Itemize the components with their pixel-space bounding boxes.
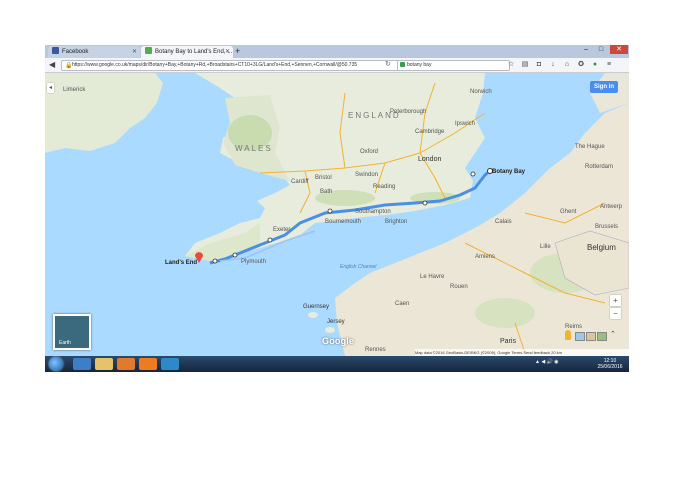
search-input[interactable]: botany bay (397, 60, 510, 71)
pegman-icon[interactable] (565, 330, 571, 340)
jersey-island (325, 327, 335, 333)
tab-title: Botany Bay to Land's End, ... (155, 49, 233, 55)
pocket-icon[interactable]: ◘ (535, 61, 543, 69)
place-label: Bournemouth (325, 219, 361, 225)
place-label: Exeter (273, 227, 290, 233)
google-logo: Google (322, 336, 355, 346)
place-label: Amiens (475, 254, 495, 260)
taskbar: ▲ ◀ 🔊 ◉ 12:10 25/06/2016 (45, 356, 629, 372)
reload-icon[interactable]: ↻ (385, 60, 391, 68)
tab-title: Facebook (62, 49, 89, 55)
close-tab-icon[interactable]: ✕ (132, 46, 137, 58)
guernsey-island (308, 312, 318, 318)
place-label: Rennes (365, 347, 386, 353)
place-label: Cardiff (291, 179, 309, 185)
place-label: Peterborough (390, 109, 426, 115)
place-label: Antwerp (600, 204, 623, 210)
addon-icon[interactable]: ✪ (577, 61, 585, 69)
extension-icon[interactable]: ● (591, 61, 599, 69)
place-label: Oxford (360, 149, 378, 155)
place-label: Rouen (450, 284, 468, 290)
media-player-icon[interactable] (117, 358, 135, 370)
place-label: Jersey (327, 319, 345, 325)
route-end-label: Land's End (165, 260, 197, 266)
app-icon[interactable] (161, 358, 179, 370)
maps-icon (145, 47, 152, 54)
map-canvas[interactable]: ENGLAND WALES Belgium Limerick Cardiff B… (45, 73, 629, 356)
firefox-icon[interactable] (139, 358, 157, 370)
park-area (475, 298, 535, 328)
place-label: Bristol (315, 175, 332, 181)
clipboard-icon[interactable]: ▤ (521, 61, 529, 69)
clock-date: 25/06/2016 (597, 364, 623, 370)
place-label: Lille (540, 244, 551, 250)
close-tab-icon[interactable]: ✕ (225, 46, 230, 58)
place-label: Le Havre (420, 274, 445, 280)
collapse-panel-button[interactable]: ◂ (47, 83, 54, 93)
maximize-button[interactable]: □ (594, 45, 608, 54)
place-label: The Hague (575, 144, 605, 150)
tab-facebook[interactable]: Facebook ✕ (48, 46, 140, 58)
clock[interactable]: 12:10 25/06/2016 (593, 358, 627, 370)
place-label: Norwich (470, 89, 492, 95)
nav-bar: ◀ https://www.google.co.uk/maps/dir/Bota… (45, 58, 629, 73)
chevron-up-icon[interactable]: ⌃ (610, 330, 616, 338)
address-bar[interactable]: https://www.google.co.uk/maps/dir/Botany… (61, 60, 403, 71)
windows-start-icon[interactable] (49, 357, 63, 371)
country-label: WALES (235, 144, 273, 153)
place-label: Brighton (385, 219, 407, 225)
place-label: Cambridge (415, 129, 445, 135)
menu-icon[interactable]: ≡ (605, 61, 613, 69)
search-icon (400, 62, 405, 67)
back-icon[interactable]: ◀ (49, 59, 55, 71)
folder-icon[interactable] (95, 358, 113, 370)
sign-in-button[interactable]: Sign in (590, 81, 618, 93)
tab-maps[interactable]: Botany Bay to Land's End, ... ✕ (141, 46, 233, 58)
route-start-label: Botany Bay (492, 169, 526, 175)
screen: Facebook ✕ Botany Bay to Land's End, ...… (45, 45, 629, 372)
system-tray[interactable]: ▲ ◀ 🔊 ◉ (535, 359, 559, 365)
imagery-thumbnail[interactable] (586, 332, 596, 341)
place-label: Rotterdam (585, 164, 613, 170)
country-label: Belgium (587, 243, 616, 252)
place-label: Caen (395, 301, 409, 307)
close-window-button[interactable]: ✕ (610, 45, 628, 54)
zoom-out-button[interactable]: − (610, 308, 621, 319)
new-tab-button[interactable]: + (235, 45, 240, 57)
place-label: Bath (320, 189, 332, 195)
imagery-thumbnail[interactable] (597, 332, 607, 341)
facebook-icon (52, 47, 59, 54)
tab-bar: Facebook ✕ Botany Bay to Land's End, ...… (45, 45, 629, 58)
lock-icon: 🔒 (65, 63, 73, 69)
place-label: Ipswich (455, 121, 475, 127)
place-label: Calais (495, 219, 512, 225)
imagery-thumbnail[interactable] (575, 332, 585, 341)
place-label: Swindon (355, 172, 378, 178)
download-icon[interactable]: ↓ (549, 61, 557, 69)
internet-explorer-icon[interactable] (73, 358, 91, 370)
place-label: Plymouth (241, 259, 266, 265)
home-icon[interactable]: ⌂ (563, 61, 571, 69)
place-label: Brussels (595, 224, 618, 230)
place-label: Paris (500, 338, 516, 345)
place-label: Ghent (560, 209, 577, 215)
earth-view-toggle[interactable]: Earth (53, 314, 91, 350)
place-label: Reading (373, 184, 395, 190)
place-label: London (418, 156, 441, 163)
sea-label: English Channel (340, 264, 377, 270)
star-icon[interactable]: ☆ (507, 61, 515, 69)
zoom-in-button[interactable]: + (610, 295, 621, 306)
map-footer: Map data ©2016 GeoBasis-DE/BKG (©2009), … (415, 349, 629, 356)
place-label: Southampton (355, 209, 391, 215)
earth-label: Earth (59, 340, 71, 346)
place-label: Guernsey (303, 304, 329, 310)
minimize-button[interactable]: – (579, 45, 593, 54)
place-label: Limerick (63, 87, 86, 93)
